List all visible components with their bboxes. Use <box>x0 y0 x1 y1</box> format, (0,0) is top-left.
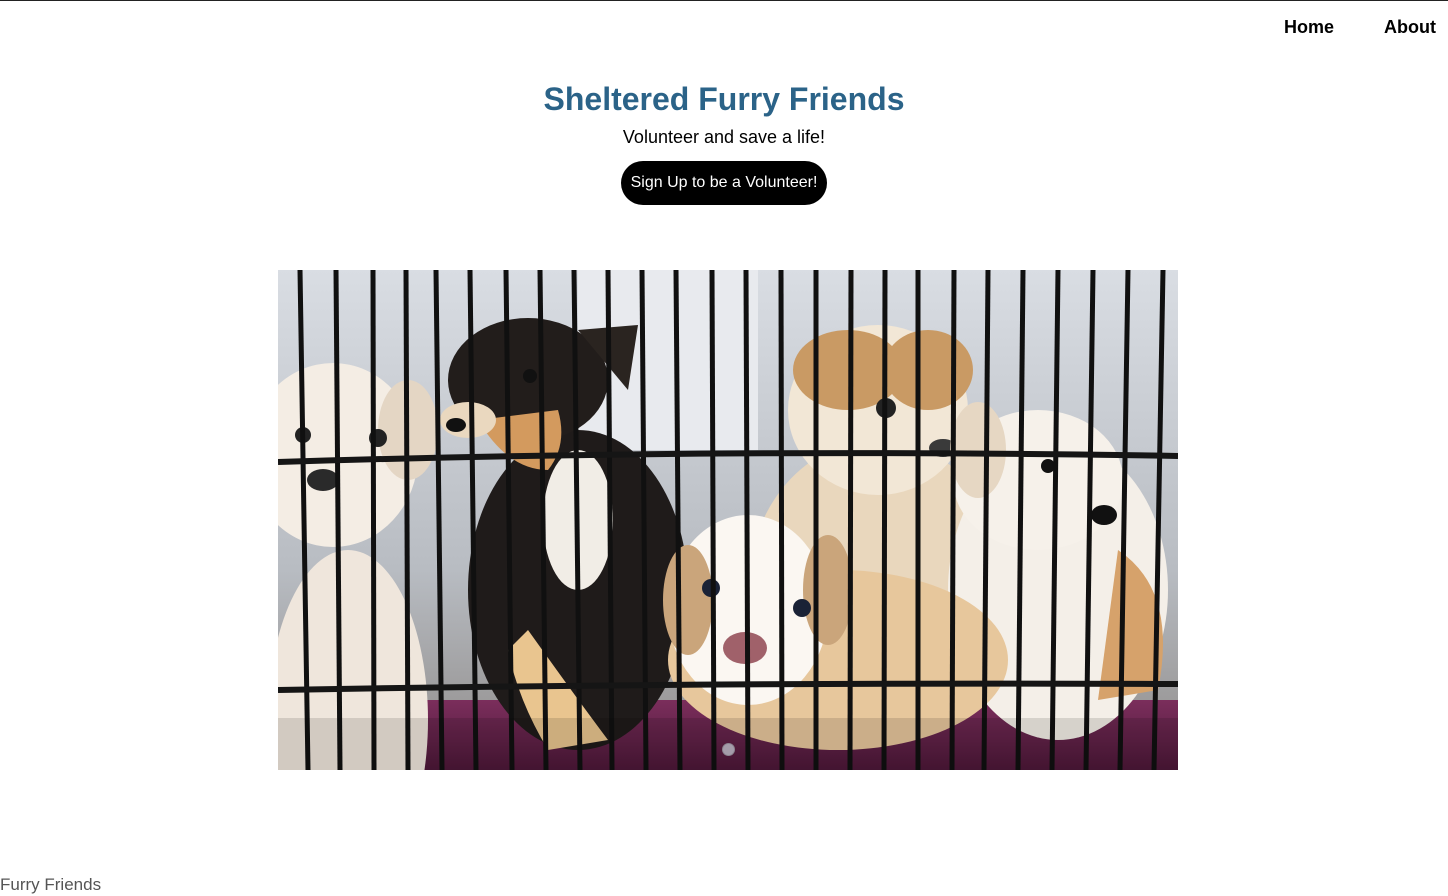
page-footer: Furry Friends <box>0 874 101 896</box>
top-border <box>0 0 1448 1</box>
top-navigation: Home About <box>1284 17 1448 37</box>
volunteer-signup-button[interactable]: Sign Up to be a Volunteer! <box>620 161 828 205</box>
puppies-in-cage-image <box>278 270 1178 770</box>
nav-link-about[interactable]: About <box>1372 17 1448 37</box>
page-subtitle: Volunteer and save a life! <box>622 127 826 147</box>
image-carousel[interactable] <box>278 270 1178 770</box>
carousel-dot-1[interactable] <box>721 743 735 756</box>
carousel-indicators <box>278 743 1178 756</box>
page-title: Sheltered Furry Friends <box>543 81 905 117</box>
footer-text: Furry Friends <box>0 875 102 894</box>
hero-section: Sheltered Furry Friends Volunteer and sa… <box>0 80 1448 205</box>
nav-link-home[interactable]: Home <box>1284 17 1372 37</box>
